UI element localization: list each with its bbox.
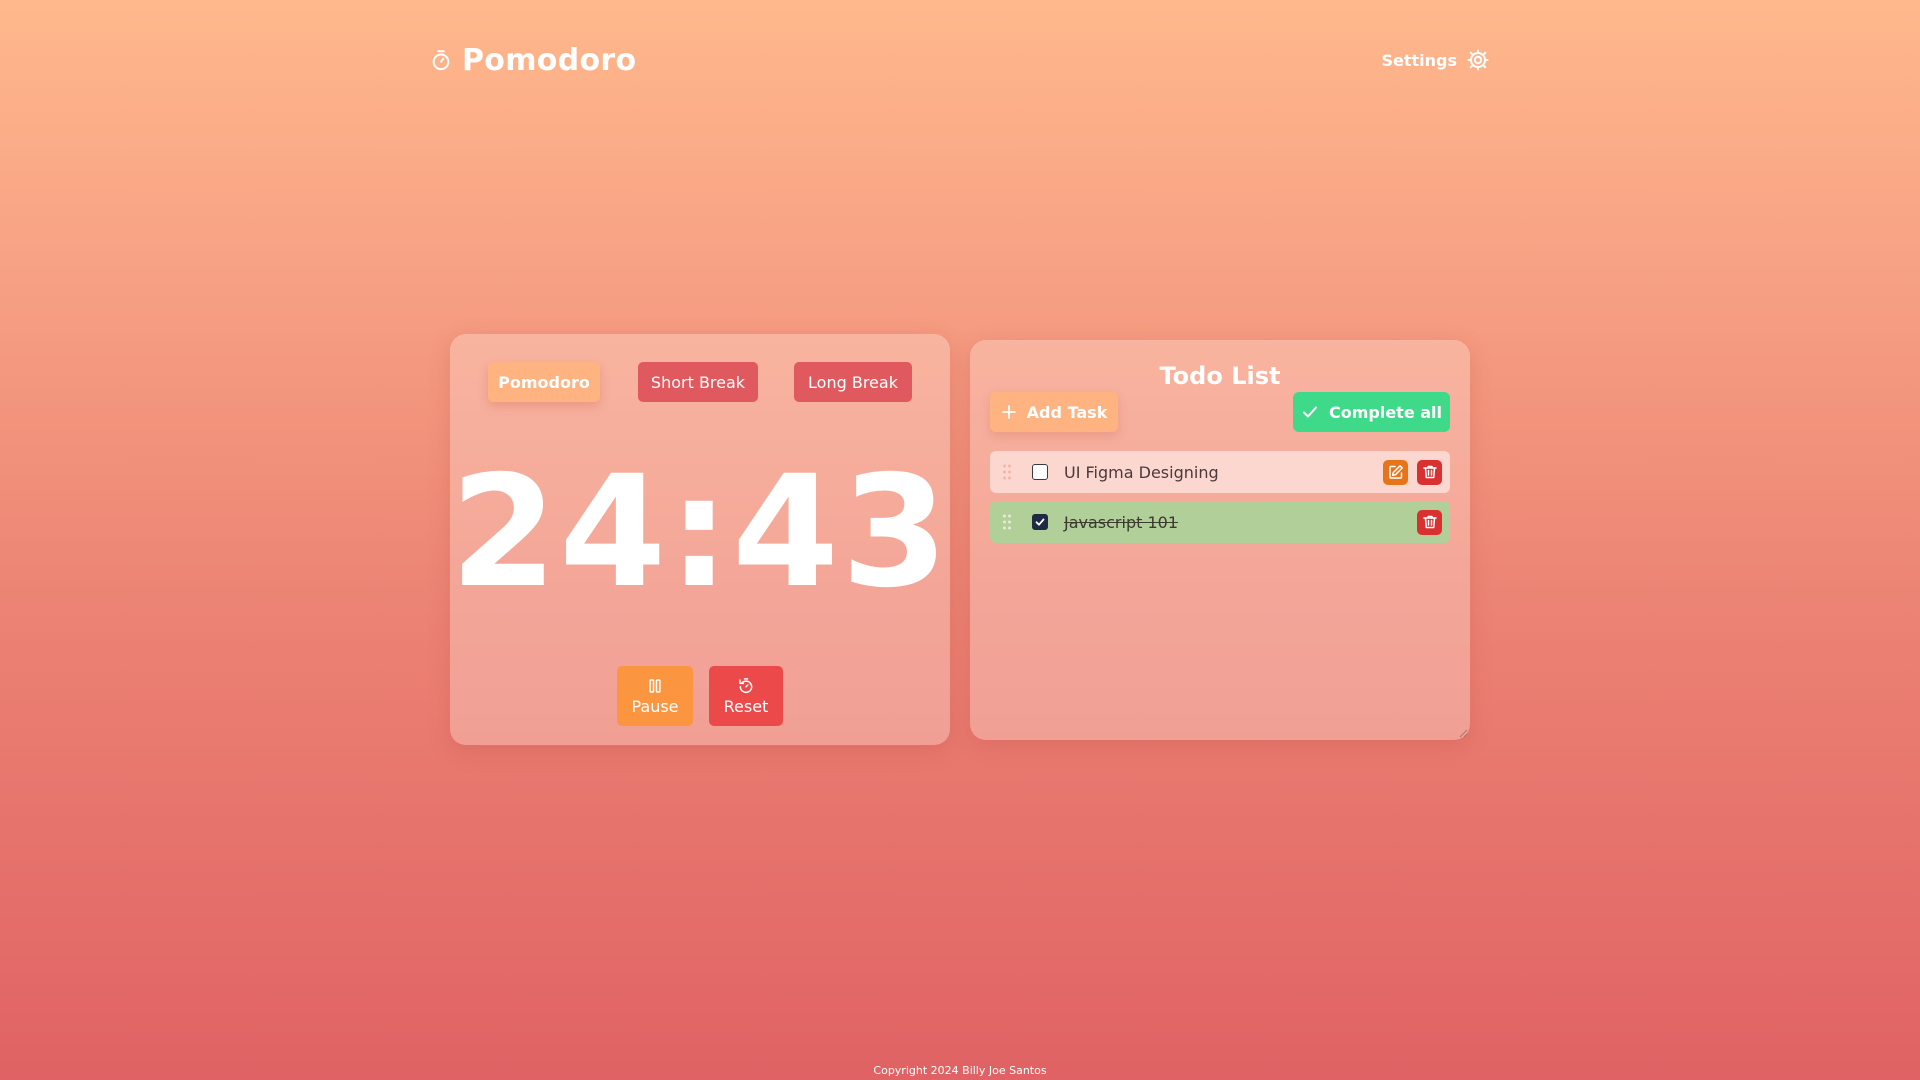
trash-icon	[1422, 515, 1437, 529]
timer-display: 24:43	[450, 443, 951, 622]
reset-label: Reset	[723, 696, 769, 716]
tab-long-break[interactable]: Long Break	[794, 362, 912, 402]
reset-button[interactable]: Reset	[709, 666, 783, 726]
todo-title: Todo List	[1159, 362, 1281, 390]
todo-card: Todo List Add Task Complete all UI Figma…	[970, 340, 1470, 740]
delete-task-button[interactable]	[1417, 509, 1442, 535]
gear-icon	[1466, 48, 1490, 72]
task-text: UI Figma Designing	[1064, 462, 1219, 482]
edit-task-button[interactable]	[1383, 459, 1408, 485]
stopwatch-icon	[430, 49, 452, 71]
add-task-button[interactable]: Add Task	[990, 392, 1118, 432]
drag-handle-icon[interactable]	[1002, 513, 1024, 531]
task-row: UI Figma Designing	[990, 451, 1450, 493]
task-actions	[1383, 459, 1442, 485]
app-header: Pomodoro Settings	[430, 36, 1490, 84]
pause-icon	[646, 677, 664, 695]
tab-short-break[interactable]: Short Break	[638, 362, 758, 402]
add-task-label: Add Task	[1026, 402, 1108, 422]
timer-card: Pomodoro Short Break Long Break 24:43 Pa…	[450, 334, 950, 745]
check-icon	[1301, 403, 1319, 421]
checkmark-icon	[1035, 518, 1045, 526]
plus-icon	[1001, 404, 1017, 420]
brand: Pomodoro	[430, 43, 636, 78]
task-text: Javascript 101	[1064, 512, 1179, 532]
task-checkbox[interactable]	[1032, 514, 1048, 530]
complete-all-label: Complete all	[1328, 402, 1443, 422]
pause-button[interactable]: Pause	[617, 666, 693, 726]
resize-grip-icon[interactable]	[1458, 728, 1468, 738]
delete-task-button[interactable]	[1417, 459, 1442, 485]
settings-label: Settings	[1381, 50, 1457, 70]
complete-all-button[interactable]: Complete all	[1293, 392, 1450, 432]
pause-label: Pause	[631, 696, 679, 716]
trash-icon	[1422, 465, 1437, 479]
footer-copyright: Copyright 2024 Billy Joe Santos	[873, 1064, 1047, 1077]
drag-handle-icon[interactable]	[1002, 463, 1024, 481]
settings-button[interactable]: Settings	[1381, 48, 1490, 72]
task-row: Javascript 101	[990, 501, 1450, 543]
edit-icon	[1388, 465, 1403, 479]
task-checkbox[interactable]	[1032, 464, 1048, 480]
tab-pomodoro[interactable]: Pomodoro	[488, 362, 600, 402]
task-actions	[1417, 509, 1442, 535]
brand-title: Pomodoro	[462, 42, 637, 78]
reset-timer-icon	[737, 677, 755, 695]
